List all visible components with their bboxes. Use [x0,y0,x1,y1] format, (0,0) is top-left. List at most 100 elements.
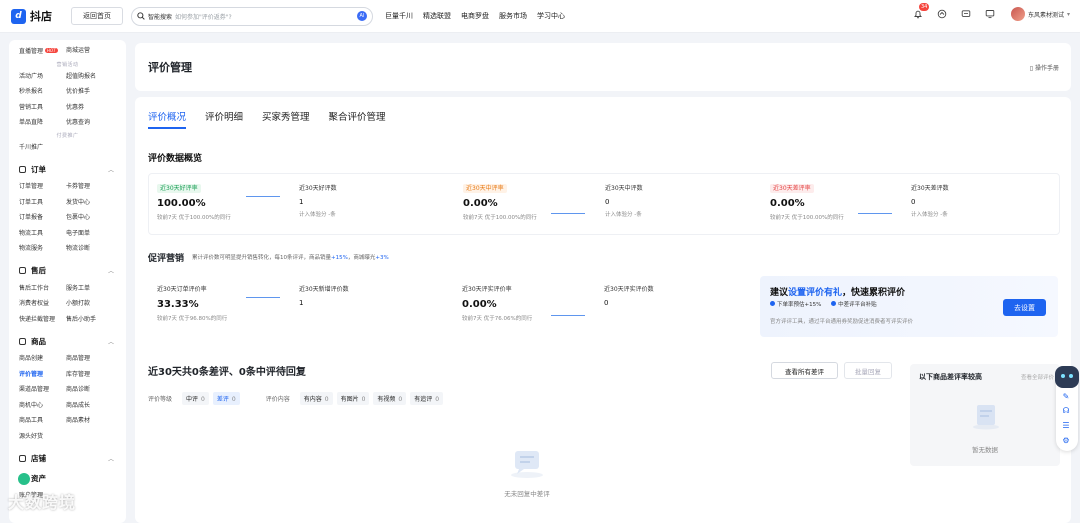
sidebar-item[interactable]: 快递拦截管理 [19,312,66,328]
sidebar-item[interactable]: 渠道品管理 [19,382,66,398]
sidebar-item[interactable]: 营销工具 [19,100,66,116]
filter-chip-mid[interactable]: 中评 0 [182,392,209,405]
sidebar-item[interactable]: 商品素材 [66,413,126,429]
chevron-up-icon[interactable]: ︿ [108,165,114,174]
top-nav-item[interactable]: 巨量千川 [385,11,413,21]
sidebar-item[interactable]: 活动广场 [19,69,66,85]
chevron-up-icon[interactable]: ︿ [108,454,114,463]
sidebar-item[interactable]: 源头好货 [19,429,66,445]
tab-aggregate[interactable]: 聚合评价管理 [329,109,386,129]
sidebar-item[interactable]: 商品诊断 [66,382,126,398]
tabs: 评价概况 评价明细 买家秀管理 聚合评价管理 [148,109,405,129]
filter-chip-content[interactable]: 有内容 0 [299,392,333,405]
sidebar-item[interactable]: 商品工具 [19,413,66,429]
filter-chip-image[interactable]: 有图片 0 [336,392,370,405]
sidebar-section-header[interactable]: 订单 ︿ [9,160,126,178]
sidebar-item[interactable]: 售后小助手 [66,312,126,328]
sidebar-item[interactable]: 电子面单 [66,226,126,242]
chevron-up-icon[interactable]: ︿ [108,337,114,346]
sidebar-item[interactable]: 商品管理 [66,351,126,367]
feedback-icon[interactable]: ☰ [1061,420,1071,430]
sidebar-item[interactable]: 订单管理 [19,179,66,195]
stat-real-review-count: 近30天评实评价数 0 [604,284,654,307]
promotion-desc: 累计评价数可明显提升销售转化，每10条评评，商品销量+15%，商城曝光+3% [192,255,389,261]
top-nav-item[interactable]: 学习中心 [537,11,565,21]
sidebar-section-header[interactable]: 商品 ︿ [9,332,126,350]
stat-value: 33.33% [157,299,199,310]
stat-value: 0 [605,198,610,206]
top-nav-item[interactable]: 服务市场 [499,11,527,21]
sidebar-item[interactable]: 小额打款 [66,296,126,312]
promotion-title: 促评营销 [148,254,185,264]
stat-sub: 较前7天 优于100.00%的同行 [157,215,231,221]
service-icon[interactable] [936,8,949,21]
tab-buyer-show[interactable]: 买家秀管理 [262,109,310,129]
top-nav-item[interactable]: 电商罗盘 [461,11,489,21]
filter-chip-video[interactable]: 有视频 0 [373,392,407,405]
filter-chip-followup[interactable]: 有追评 0 [410,392,444,405]
sparkline [551,315,585,316]
ai-chat-icon[interactable]: ✎ [1061,391,1071,401]
sidebar-item[interactable]: 售后工作台 [19,281,66,297]
chevron-up-icon[interactable]: ︿ [108,266,114,275]
stat-real-review-rate: 近30天评实评价率 0.00% 较前7天 优于76.06%的同行 [462,284,532,322]
stat-label: 近30天订单评价率 [157,286,207,293]
sidebar-item[interactable]: 库存管理 [66,367,126,383]
tab-overview[interactable]: 评价概况 [148,109,187,129]
username[interactable]: 东风素材测试 [1028,10,1064,19]
back-home-button[interactable]: 返回首页 [71,7,123,25]
sidebar-item[interactable]: 优价推手 [66,84,126,100]
sidebar-item[interactable]: 物流诊断 [66,241,126,257]
app-logo[interactable]: d 抖店 [11,8,52,24]
sidebar-section-header[interactable]: 店铺 ︿ [9,449,126,467]
check-icon [831,301,837,306]
sidebar-item-review-management[interactable]: 评价管理 [19,367,66,383]
assistant-robot-icon[interactable] [1055,366,1079,388]
sidebar-item[interactable]: 优惠券 [66,100,126,116]
avatar[interactable] [1010,7,1025,21]
go-setup-button[interactable]: 去设置 [1003,299,1046,316]
monitor-icon[interactable] [984,8,997,21]
product-icon [19,337,26,345]
sidebar-item[interactable]: 优惠查询 [66,115,126,131]
sidebar-item[interactable]: 消费者权益 [19,296,66,312]
search-box[interactable]: 智能搜索 如何参加"评价返券"? AI [131,6,373,26]
view-all-reviews-link[interactable]: 查看全部评价 [1021,373,1054,381]
bell-icon[interactable]: 34 [912,2,930,21]
sidebar-item[interactable]: 商品成长 [66,398,126,414]
sidebar-item[interactable]: 超值购报名 [66,69,126,85]
sidebar-item[interactable]: 商城运营 [66,43,126,60]
batch-reply-button[interactable]: 批量回复 [844,362,892,379]
sidebar-section-header[interactable]: 售后 ︿ [9,262,126,280]
headset-icon[interactable]: ☊ [1061,405,1071,415]
sidebar-item[interactable]: 卡券管理 [66,179,126,195]
sidebar-item[interactable]: 千川推广 [19,140,66,156]
sidebar-item[interactable]: 商品创建 [19,351,66,367]
sidebar-item[interactable]: 发货中心 [66,195,126,211]
sidebar-item[interactable]: 单品直降 [19,115,66,131]
tab-details[interactable]: 评价明细 [205,109,243,129]
view-all-bad-reviews-button[interactable]: 查看所有差评 [771,362,838,379]
message-icon[interactable] [960,8,973,21]
sidebar-item[interactable]: 直播管理 HOT [19,43,66,60]
sidebar-item[interactable]: 秒杀报名 [19,84,66,100]
sidebar-item[interactable]: 订单报备 [19,210,66,226]
stat-label: 近30天好评率 [157,184,201,193]
sidebar-item[interactable]: 包裹中心 [66,210,126,226]
sidebar-item[interactable]: 商机中心 [19,398,66,414]
ai-assistant-icon[interactable]: AI [357,11,367,21]
search-input[interactable]: 如何参加"评价返券"? [175,12,357,21]
settings-icon[interactable]: ⚙ [1061,435,1071,445]
filter-chip-bad[interactable]: 差评 0 [212,392,240,405]
search-icon [137,12,145,20]
sidebar-item[interactable]: 物流服务 [19,241,66,257]
sidebar-item[interactable]: 订单工具 [19,195,66,211]
manual-link[interactable]: ▯ 操作手册 [1030,63,1059,72]
stat-sub: 计入体验分 -条 [605,212,642,218]
sidebar-item[interactable]: 物流工具 [19,226,66,242]
top-nav-item[interactable]: 精选联盟 [423,11,451,21]
stat-value: 0 [604,299,609,307]
sidebar-item[interactable]: 服务工单 [66,281,126,297]
sidebar-divider: 营销活动 [56,61,79,68]
chevron-down-icon[interactable]: ▾ [1067,11,1070,18]
